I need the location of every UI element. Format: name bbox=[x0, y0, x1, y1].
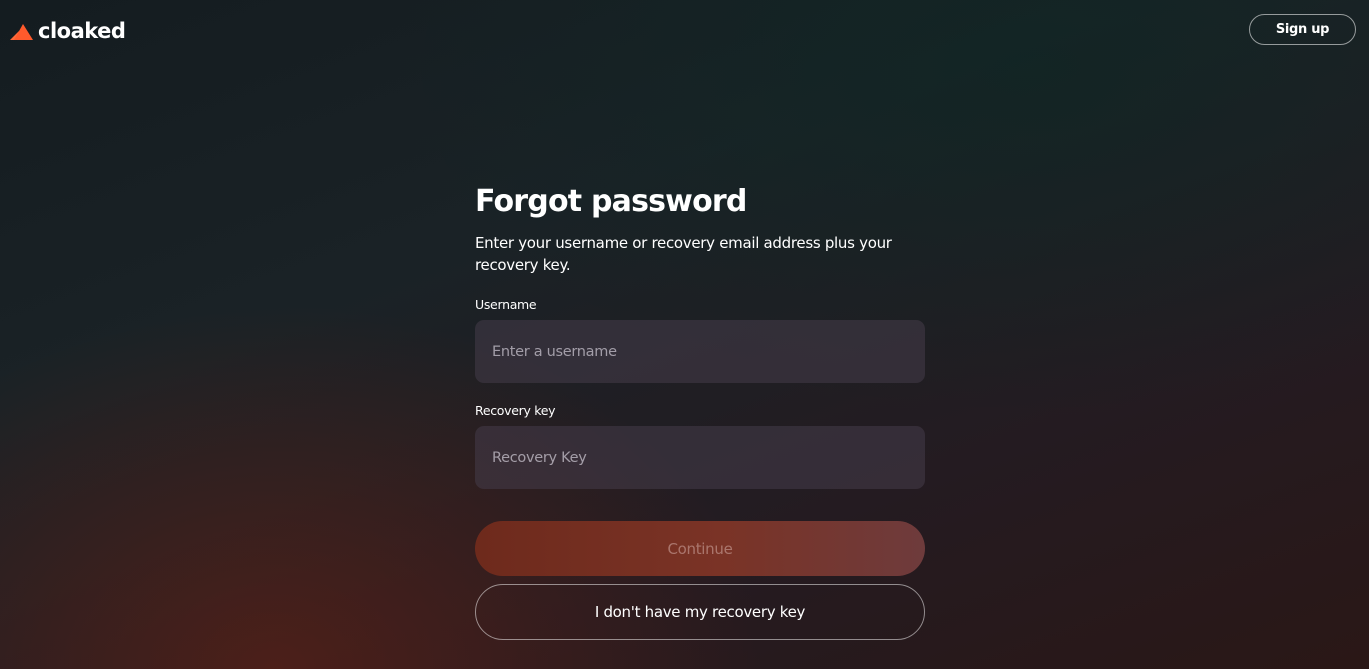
username-label: Username bbox=[475, 297, 537, 312]
sign-up-button[interactable]: Sign up bbox=[1249, 14, 1356, 45]
recovery-key-label: Recovery key bbox=[475, 403, 556, 418]
no-recovery-key-button[interactable]: I don't have my recovery key bbox=[475, 584, 925, 640]
brand-logo[interactable]: cloaked bbox=[10, 19, 126, 43]
continue-button[interactable]: Continue bbox=[475, 521, 925, 576]
page-subtitle: Enter your username or recovery email ad… bbox=[475, 234, 892, 274]
logo-text: cloaked bbox=[38, 19, 126, 43]
username-input[interactable] bbox=[475, 320, 925, 383]
forgot-password-form: Forgot password Enter your username or r… bbox=[475, 180, 925, 640]
cloaked-logo-icon bbox=[10, 24, 33, 40]
page-title: Forgot password bbox=[475, 184, 747, 219]
recovery-key-input[interactable] bbox=[475, 426, 925, 489]
